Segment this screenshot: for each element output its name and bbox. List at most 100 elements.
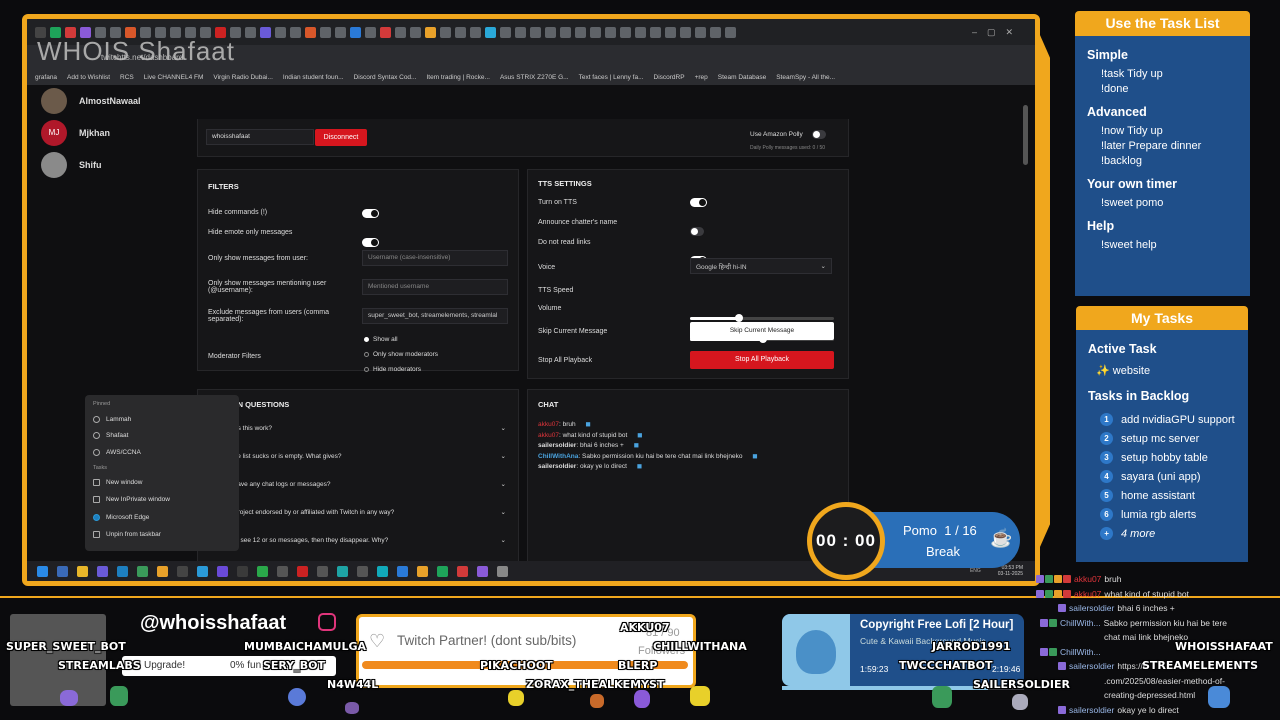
tab-icon[interactable] (320, 26, 331, 38)
faq-item[interactable]: save any chat logs or messages? ⌄ (198, 470, 520, 498)
app-icon[interactable] (417, 565, 428, 577)
user-item[interactable]: MJ Mjkhan (41, 117, 181, 149)
search-icon[interactable] (57, 565, 68, 577)
faq-item[interactable]: es this work? ⌄ (198, 414, 520, 442)
new-window-item[interactable]: New window (93, 475, 231, 492)
chrome-icon[interactable] (157, 565, 168, 577)
vscode-icon[interactable] (397, 565, 408, 577)
jump-pinned-item[interactable]: AWS/CCNA (93, 444, 231, 461)
tab-icon[interactable] (275, 26, 286, 38)
app-icon[interactable] (237, 565, 248, 577)
tab-icon[interactable] (665, 26, 676, 38)
skip-message-button[interactable]: Skip Current Message (690, 322, 834, 340)
app-icon[interactable] (457, 565, 468, 577)
tab-icon[interactable] (410, 26, 421, 38)
tab-icon[interactable] (695, 26, 706, 38)
taskbar-clock[interactable]: 03:53 PM 03-11-2025 (998, 565, 1023, 577)
tab-icon[interactable] (605, 26, 616, 38)
tab-icon[interactable] (590, 26, 601, 38)
tab-icon[interactable] (680, 26, 691, 38)
disconnect-button[interactable]: Disconnect (315, 129, 367, 146)
jump-pinned-item[interactable]: Lammah (93, 411, 231, 428)
bookmark[interactable]: DiscordRP (654, 74, 685, 81)
bookmark[interactable]: RCS (120, 74, 134, 81)
user-item[interactable]: Shifu (41, 149, 181, 181)
app-icon[interactable] (357, 565, 368, 577)
tab-icon[interactable] (530, 26, 541, 38)
radio-hide-mods[interactable]: Hide moderators (364, 362, 438, 377)
new-inprivate-item[interactable]: New InPrivate window (93, 491, 231, 508)
tts-speed-slider[interactable] (690, 314, 834, 322)
play-icon[interactable] (257, 565, 268, 577)
window-controls[interactable]: –▢✕ (972, 27, 1023, 38)
jump-pinned-item[interactable]: Shafaat (93, 428, 231, 445)
tab-icon[interactable] (485, 26, 496, 38)
app-icon[interactable] (497, 565, 508, 577)
tab-icon[interactable] (440, 26, 451, 38)
username-field[interactable]: whoisshafaat (206, 129, 314, 145)
tab-icon[interactable] (305, 26, 316, 38)
hide-emote-toggle[interactable] (362, 238, 379, 247)
tab-icon[interactable] (635, 26, 646, 38)
pdf-icon[interactable] (297, 565, 308, 577)
tab-icon[interactable] (335, 26, 346, 38)
tab-icon[interactable] (500, 26, 511, 38)
tab-icon[interactable] (470, 26, 481, 38)
tab-icon[interactable] (560, 26, 571, 38)
app-icon[interactable] (337, 565, 348, 577)
start-icon[interactable] (37, 565, 48, 577)
bookmark[interactable]: Item trading | Rocke... (426, 74, 489, 81)
faq-item[interactable]: ly see 12 or so messages, then they disa… (198, 526, 520, 554)
faq-item[interactable]: ce list sucks or is empty. What gives? ⌄ (198, 442, 520, 470)
edge-icon[interactable] (117, 565, 128, 577)
tab-icon[interactable] (290, 26, 301, 38)
edge-app-item[interactable]: Microsoft Edge (93, 510, 231, 527)
app-icon[interactable] (477, 565, 488, 577)
radio-only-mods[interactable]: Only show moderators (364, 347, 438, 362)
unpin-item[interactable]: Unpin from taskbar (93, 526, 231, 543)
tab-icon[interactable] (380, 26, 391, 38)
page-scrollbar[interactable] (1023, 105, 1028, 165)
app-icon[interactable] (277, 565, 288, 577)
tab-icon[interactable] (455, 26, 466, 38)
tab-icon[interactable] (350, 26, 361, 38)
tab-icon[interactable] (395, 26, 406, 38)
faq-item[interactable]: project endorsed by or affiliated with T… (198, 498, 520, 526)
only-from-user-input[interactable]: Username (case-insensitive) (362, 250, 508, 266)
voice-select[interactable]: Google हिन्दी hi-IN ⌄ (690, 258, 832, 274)
tab-icon[interactable] (710, 26, 721, 38)
bookmark[interactable]: Text faces | Lenny fa... (579, 74, 644, 81)
app-icon[interactable] (177, 565, 188, 577)
app-icon[interactable] (137, 565, 148, 577)
turn-on-tts-toggle[interactable] (690, 198, 707, 207)
mentioning-input[interactable]: Mentioned username (362, 279, 508, 295)
taskbar-lang[interactable]: ENG (970, 568, 981, 574)
app-icon[interactable] (317, 565, 328, 577)
tab-icon[interactable] (545, 26, 556, 38)
app-icon[interactable] (217, 565, 228, 577)
bookmark[interactable]: Add to Wishlist (67, 74, 110, 81)
app-icon[interactable] (97, 565, 108, 577)
tab-icon[interactable] (575, 26, 586, 38)
tab-icon[interactable] (260, 26, 271, 38)
bookmark[interactable]: Discord Syntax Cod... (354, 74, 417, 81)
amazon-polly-toggle[interactable] (812, 130, 826, 139)
user-item[interactable]: AlmostNawaal (41, 85, 181, 117)
hide-commands-toggle[interactable] (362, 209, 379, 218)
tab-icon[interactable] (425, 26, 436, 38)
bookmark[interactable]: Asus STRIX Z270E G... (500, 74, 569, 81)
bookmark[interactable]: +rep (695, 74, 708, 81)
app-icon[interactable] (197, 565, 208, 577)
bookmark[interactable]: grafana (35, 74, 57, 81)
folder-icon[interactable] (77, 565, 88, 577)
bookmark[interactable]: SteamSpy - All the... (776, 74, 835, 81)
tab-icon[interactable] (650, 26, 661, 38)
bookmark[interactable]: Live CHANNEL4 FM (144, 74, 204, 81)
exclude-input[interactable]: super_sweet_bot, streamelements, streaml… (362, 308, 508, 324)
bookmark[interactable]: Virgin Radio Dubai... (213, 74, 273, 81)
bookmark[interactable]: Steam Database (718, 74, 766, 81)
app-icon[interactable] (437, 565, 448, 577)
app-icon[interactable] (377, 565, 388, 577)
stop-playback-button[interactable]: Stop All Playback (690, 351, 834, 369)
announce-toggle[interactable] (690, 227, 704, 236)
